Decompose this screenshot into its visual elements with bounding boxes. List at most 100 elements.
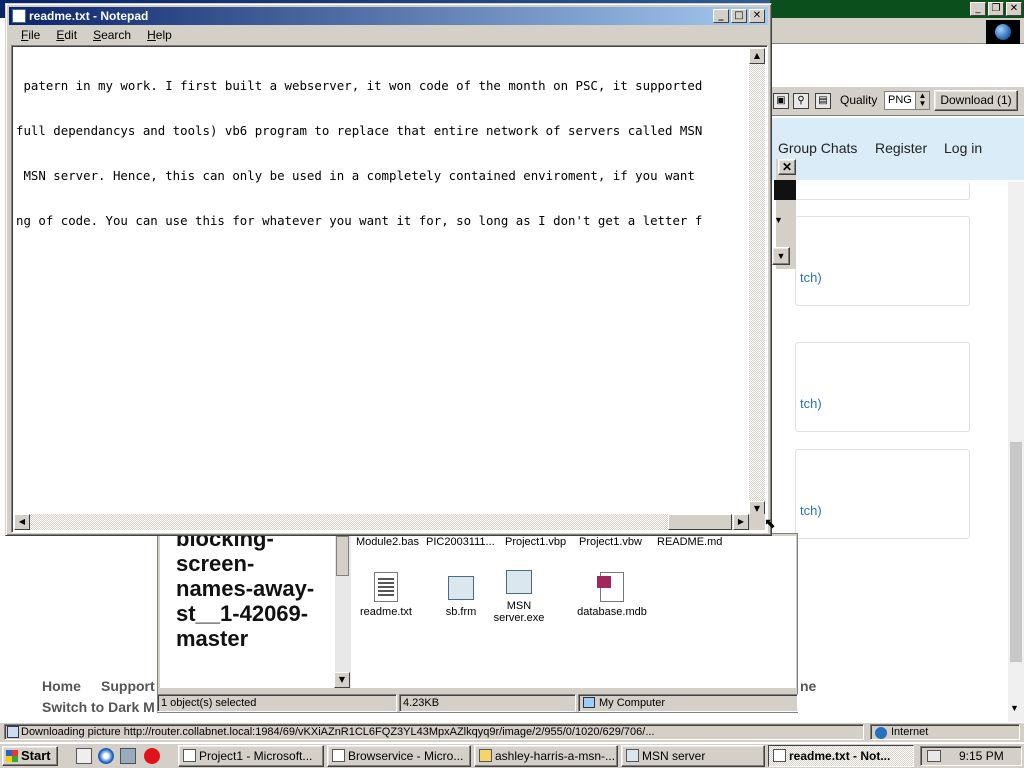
nav-group-chats[interactable]: Group Chats: [778, 140, 857, 156]
start-label: Start: [21, 748, 51, 763]
scrollbar-thumb[interactable]: [336, 536, 349, 576]
maximize-icon[interactable]: □: [731, 9, 747, 23]
menu-file[interactable]: File: [13, 26, 48, 45]
taskbar-task[interactable]: MSN server: [621, 745, 765, 767]
quality-select[interactable]: PNG ▲ ▼: [884, 91, 930, 110]
notepad-title: readme.txt - Notepad: [29, 9, 149, 23]
system-tray: 9:15 PM: [920, 746, 1022, 766]
explorer-folder-panel: blocking-screen-names-away-st__1-42069-m…: [160, 536, 335, 688]
spinner-icon[interactable]: ▲ ▼: [915, 92, 929, 109]
explorer-file-list: Module2.bas PIC2003111... Project1.vbp P…: [351, 536, 796, 688]
nav-register[interactable]: Register: [875, 140, 927, 156]
file-item[interactable]: Module2.bas: [356, 536, 419, 548]
scroll-left-arrow-icon[interactable]: ◀: [14, 514, 30, 530]
taskbar-task[interactable]: Project1 - Microsoft...: [178, 745, 324, 767]
file-name: readme.txt: [360, 606, 412, 618]
folder-icon: [479, 749, 492, 762]
save-icon[interactable]: ▤: [815, 93, 831, 109]
notepad-window-controls: _ □ ✕: [713, 9, 765, 23]
file-name: sb.frm: [445, 606, 477, 618]
dropdown-arrow-icon[interactable]: ▼: [774, 215, 783, 225]
dropdown-arrow-icon[interactable]: ▼: [772, 247, 790, 265]
taskbar-task[interactable]: Browservice - Micro...: [327, 745, 471, 767]
windows-logo-icon: [986, 20, 1020, 44]
text-line: patern in my work. I first built a webse…: [16, 78, 703, 93]
file-item-database[interactable]: database.mdb: [577, 572, 647, 618]
watch-link[interactable]: tch): [800, 503, 822, 518]
footer-link-fragment[interactable]: ne: [800, 678, 816, 694]
notepad-menubar: File Edit Search Help: [9, 26, 768, 45]
restore-icon[interactable]: ❐: [988, 2, 1004, 16]
exe-file-icon: [506, 570, 532, 594]
screenshot-icon[interactable]: ▣: [773, 93, 789, 109]
explorer-scrollbar[interactable]: ▼: [334, 536, 351, 688]
internet-globe-icon: [875, 727, 887, 739]
resize-grip-icon[interactable]: [749, 514, 765, 530]
notepad-titlebar[interactable]: readme.txt - Notepad _ □ ✕: [9, 7, 768, 25]
file-name: database.mdb: [577, 606, 647, 618]
app-window-icon: [626, 749, 639, 762]
menu-edit[interactable]: Edit: [48, 26, 85, 45]
scroll-up-arrow-icon[interactable]: ▲: [749, 48, 765, 64]
minimize-icon[interactable]: _: [970, 2, 986, 16]
page-card: tch): [795, 342, 970, 432]
start-button[interactable]: Start: [2, 746, 58, 766]
scrollbar-thumb[interactable]: [668, 514, 732, 530]
nav-login[interactable]: Log in: [944, 140, 982, 156]
binoculars-icon[interactable]: ⚲: [793, 93, 809, 109]
security-zone: Internet: [870, 724, 1020, 740]
file-item[interactable]: Project1.vbp: [505, 536, 566, 548]
file-name: MSN server.exe: [493, 600, 545, 624]
scroll-right-arrow-icon[interactable]: ▶: [733, 514, 749, 530]
internet-explorer-icon[interactable]: [98, 748, 114, 764]
text-line: ng of code. You can use this for whateve…: [16, 213, 703, 228]
zone-label: Internet: [891, 726, 929, 738]
file-item[interactable]: Project1.vbw: [579, 536, 642, 548]
opera-icon[interactable]: [144, 748, 160, 764]
footer-link-support[interactable]: Support: [101, 678, 155, 694]
watch-link[interactable]: tch): [800, 270, 822, 285]
clock[interactable]: 9:15 PM: [959, 749, 1004, 763]
dialog-dark-icon: [774, 180, 796, 200]
text-file-icon: [374, 572, 398, 602]
form-file-icon: [448, 576, 474, 600]
status-message: Downloading picture http://router.collab…: [21, 726, 655, 738]
browser-status-text: Downloading picture http://router.collab…: [4, 724, 864, 740]
page-card: tch): [795, 449, 970, 539]
network-icon[interactable]: [120, 748, 136, 764]
close-icon[interactable]: ✕: [749, 9, 765, 23]
tray-app-icon[interactable]: [927, 750, 941, 762]
minimize-icon[interactable]: _: [713, 9, 729, 23]
close-icon[interactable]: ✕: [1006, 2, 1022, 16]
notepad-horizontal-scrollbar[interactable]: ◀ ▶: [14, 514, 749, 530]
page-scrollbar[interactable]: [1008, 182, 1024, 722]
scroll-down-arrow-icon[interactable]: ▼: [334, 672, 350, 688]
close-icon[interactable]: ✕: [778, 159, 796, 175]
notepad-vertical-scrollbar[interactable]: ▲ ▼: [749, 48, 765, 517]
file-item-readme[interactable]: readme.txt: [351, 572, 421, 618]
mouse-cursor-icon: ⬉: [764, 515, 776, 531]
notepad-content[interactable]: patern in my work. I first built a webse…: [16, 48, 702, 258]
text-line: MSN server. Hence, this can only be used…: [16, 168, 695, 183]
file-item[interactable]: PIC2003111...: [426, 536, 495, 548]
taskbar-task-active[interactable]: readme.txt - Not...: [768, 745, 914, 767]
scroll-down-arrow-icon[interactable]: ▼: [1010, 703, 1019, 713]
file-item[interactable]: README.md: [657, 536, 722, 548]
scrollbar-thumb[interactable]: [1010, 442, 1022, 662]
vb-app-icon: [183, 749, 196, 762]
menu-search[interactable]: Search: [85, 26, 139, 45]
folder-title: blocking-screen-names-away-st__1-42069-m…: [176, 536, 315, 651]
page-loading-icon: [7, 726, 19, 738]
watch-link[interactable]: tch): [800, 396, 822, 411]
taskbar-task[interactable]: ashley-harris-a-msn-...: [474, 745, 618, 767]
dark-mode-link[interactable]: Switch to Dark M: [42, 699, 155, 715]
footer-link-home[interactable]: Home: [42, 678, 81, 694]
menu-help[interactable]: Help: [139, 26, 180, 45]
notepad-text-area[interactable]: patern in my work. I first built a webse…: [11, 45, 768, 533]
show-desktop-icon[interactable]: [76, 748, 92, 764]
location-label: My Computer: [599, 697, 666, 709]
text-line: full dependancys and tools) vb6 program …: [16, 123, 703, 138]
notepad-window: readme.txt - Notepad _ □ ✕ File Edit Sea…: [5, 3, 772, 536]
file-item-exe[interactable]: MSN server.exe: [484, 570, 554, 624]
download-button[interactable]: Download (1): [934, 90, 1018, 111]
